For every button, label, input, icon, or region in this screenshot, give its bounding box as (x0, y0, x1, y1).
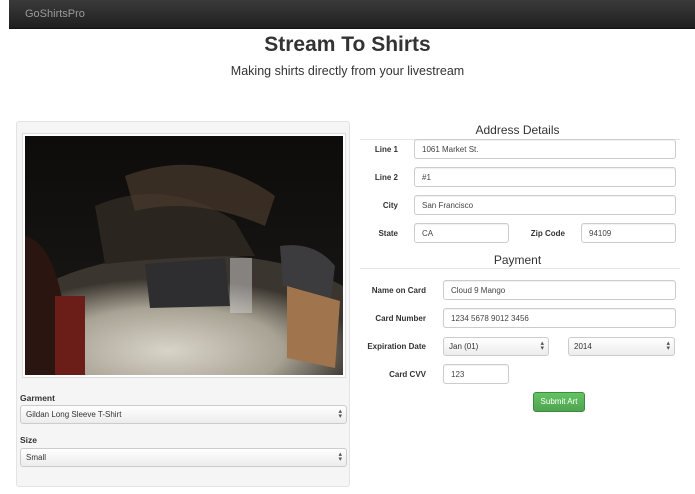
garment-label: Garment (20, 393, 55, 403)
card-number-input[interactable]: 1234 5678 9012 3456 (443, 308, 676, 328)
expiration-year-value: 2014 (574, 342, 592, 351)
zip-input[interactable]: 94109 (581, 223, 676, 243)
livestream-video (25, 136, 343, 375)
payment-heading: Payment (493, 253, 542, 267)
size-label: Size (20, 435, 38, 445)
brand-link[interactable]: GoShirtsPro (25, 8, 85, 20)
card-name-input[interactable]: Cloud 9 Mango (443, 280, 676, 300)
card-name-label: Name on Card (371, 286, 426, 295)
size-select[interactable]: Small ▴ ▾ (20, 448, 347, 467)
page-subtitle: Making shirts directly from your livestr… (230, 64, 465, 78)
line2-input[interactable]: #1 (414, 167, 676, 187)
page-title: Stream To Shirts (264, 33, 431, 56)
card-number-label: Card Number (375, 314, 426, 323)
garment-select-value: Gildan Long Sleeve T-Shirt (26, 410, 122, 419)
expiration-month-value: Jan (01) (449, 342, 479, 351)
line2-label: Line 2 (374, 173, 398, 182)
select-arrows-icon: ▴ ▾ (666, 340, 670, 352)
expiration-label: Expiration Date (367, 342, 426, 351)
navbar: GoShirtsPro (9, 0, 695, 29)
garment-select[interactable]: Gildan Long Sleeve T-Shirt ▴ ▾ (20, 405, 347, 424)
select-arrows-icon: ▴ ▾ (338, 451, 342, 463)
state-label: State (378, 229, 398, 238)
submit-art-button[interactable]: Submit Art (533, 392, 585, 412)
expiration-month-select[interactable]: Jan (01) ▴ ▾ (443, 337, 549, 356)
line1-label: Line 1 (374, 145, 398, 154)
livestream-frame (22, 133, 346, 378)
zip-label: Zip Code (530, 229, 565, 238)
city-label: City (382, 201, 398, 210)
expiration-year-select[interactable]: 2014 ▴ ▾ (568, 337, 675, 356)
cvv-input[interactable]: 123 (443, 364, 509, 384)
select-arrows-icon: ▴ ▾ (540, 340, 544, 352)
cvv-label: Card CVV (389, 370, 426, 379)
address-heading: Address Details (475, 123, 560, 137)
line1-input[interactable]: 1061 Market St. (414, 139, 676, 159)
size-select-value: Small (26, 453, 47, 462)
city-input[interactable]: San Francisco (414, 195, 676, 215)
state-input[interactable]: CA (414, 223, 509, 243)
payment-divider (360, 268, 680, 269)
select-arrows-icon: ▴ ▾ (338, 408, 342, 420)
